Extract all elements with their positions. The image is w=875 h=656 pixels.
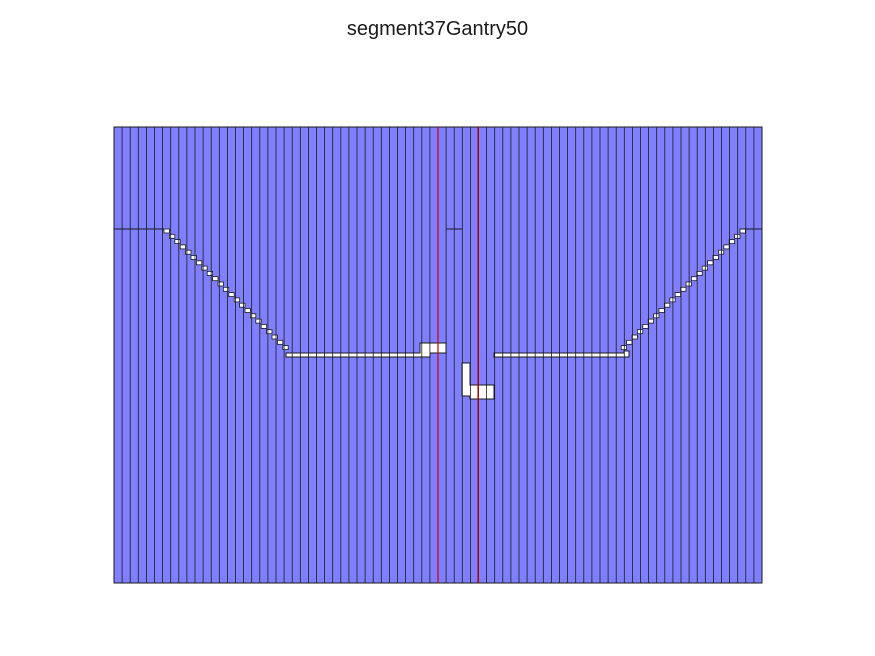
- right-stair-gap: [696, 270, 703, 276]
- left-stair-gap: [271, 334, 278, 340]
- left-stair-gap: [266, 329, 273, 335]
- right-stair-gap: [728, 239, 736, 245]
- mlc-leaf-diagram: [113, 126, 763, 584]
- right-stair-gap: [691, 276, 698, 282]
- left-stair-gap: [244, 308, 251, 313]
- left-stair-gap: [282, 345, 289, 351]
- left-stair-gap: [222, 286, 230, 292]
- right-stair-gap: [712, 255, 719, 260]
- left-stair-gap: [174, 239, 181, 245]
- right-stair-gap: [680, 286, 687, 292]
- left-stair-gap: [163, 228, 170, 234]
- left-stair-gap: [239, 302, 246, 308]
- left-stair-gap: [206, 270, 213, 276]
- left-stair-gap: [228, 292, 235, 298]
- left-stair-gap: [260, 323, 268, 329]
- left-stair-gap: [276, 339, 284, 345]
- left-stair-gap: [217, 281, 224, 287]
- right-stair-gap: [631, 334, 638, 340]
- right-stair-gap: [647, 318, 655, 324]
- right-stair-gap: [664, 302, 671, 308]
- right-stair-gap: [658, 308, 665, 313]
- left-stair-gap: [190, 255, 197, 260]
- left-stair-gap: [255, 318, 262, 324]
- right-stair-gap: [723, 244, 730, 250]
- right-stair-gap: [739, 228, 746, 234]
- left-stair-gap: [212, 276, 219, 282]
- left-stair-gap: [201, 265, 208, 271]
- right-stair-gap: [674, 292, 682, 298]
- left-stair-gap: [185, 249, 192, 255]
- right-stair-gap: [707, 260, 714, 266]
- left-stair-gap: [179, 244, 186, 250]
- left-stair-gap: [233, 297, 240, 303]
- left-stair-gap: [168, 233, 176, 239]
- right-stair-gap: [642, 323, 649, 329]
- left-stair-gap: [249, 313, 257, 319]
- right-stair-gap: [626, 339, 633, 345]
- left-stair-gap: [195, 260, 203, 266]
